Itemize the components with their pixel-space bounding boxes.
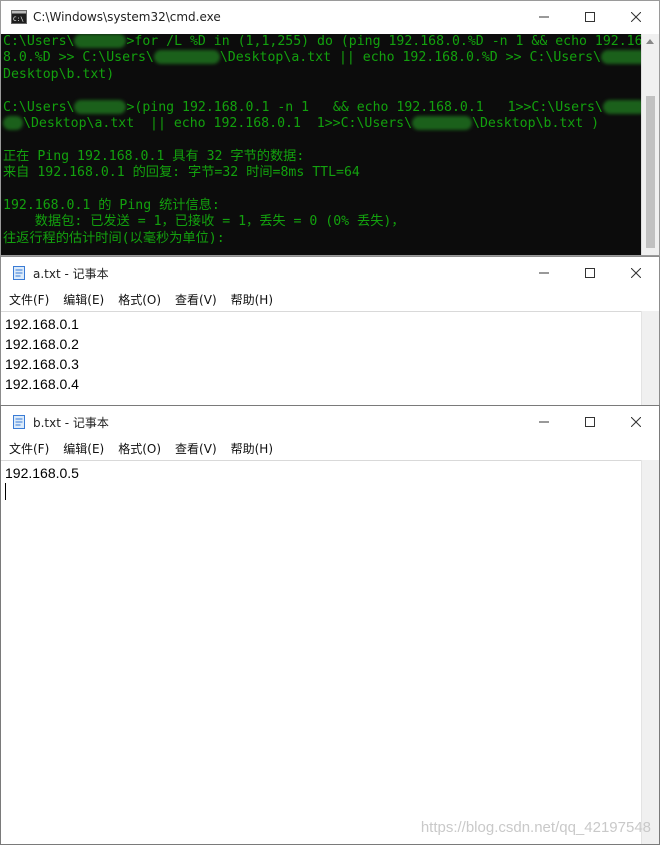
cmd-icon: C:\: [11, 10, 27, 24]
notepad-a-window: a.txt - 记事本 文件(F) 编辑(E) 格式(O) 查看(V) 帮助(H…: [0, 256, 660, 406]
redacted-region: [74, 99, 127, 114]
text-caret: [5, 483, 6, 500]
cmd-console[interactable]: C:\Users\ >for /L %D in (1,1,255) do (pin…: [1, 34, 643, 255]
console-line: C:\Users\ >(ping 192.168.0.1 -n 1 && echo…: [1, 99, 643, 116]
console-text: 往返行程的估计时间(以毫秒为单位):: [3, 230, 225, 246]
scroll-up-arrow-icon[interactable]: [646, 39, 654, 44]
notepad-a-title: a.txt - 记事本: [33, 266, 109, 281]
console-line: 数据包: 已发送 = 1，已接收 = 1，丢失 = 0 (0% 丢失)，: [1, 214, 643, 230]
notepad-icon: [13, 415, 25, 429]
console-text: 8.0.%D >> C:\Users\: [3, 50, 154, 66]
close-button[interactable]: [613, 1, 659, 33]
console-text: \Desktop\a.txt || echo 192.168.0.1 1>>C:…: [23, 115, 413, 131]
console-text: 数据包: 已发送 = 1，已接收 = 1，丢失 = 0 (0% 丢失)，: [3, 214, 405, 230]
notepad-a-scrollbar[interactable]: [641, 311, 659, 405]
text-line: 192.168.0.4: [5, 376, 79, 392]
menu-file[interactable]: 文件(F): [1, 291, 55, 308]
menu-file[interactable]: 文件(F): [1, 440, 55, 457]
console-text: 来自 192.168.0.1 的回复: 字节=32 时间=8ms TTL=64: [3, 165, 360, 181]
redacted-region: [153, 50, 220, 65]
menu-view[interactable]: 查看(V): [167, 291, 223, 308]
redacted-region: [600, 50, 643, 65]
notepad-b-editor[interactable]: 192.168.0.5: [1, 460, 642, 844]
console-text: \Desktop\b.txt ): [472, 115, 600, 131]
console-text: 正在 Ping 192.168.0.1 具有 32 字节的数据:: [3, 148, 305, 164]
menu-view[interactable]: 查看(V): [167, 440, 223, 457]
notepad-a-titlebar[interactable]: a.txt - 记事本: [1, 257, 659, 289]
redacted-region: [412, 115, 473, 130]
notepad-b-title: b.txt - 记事本: [33, 415, 109, 430]
svg-text:C:\: C:\: [13, 16, 24, 23]
console-text: \Desktop\a.txt || echo 192.168.0.%D >> C…: [219, 50, 601, 66]
notepad-b-scrollbar[interactable]: [641, 460, 659, 844]
menu-format[interactable]: 格式(O): [110, 440, 167, 457]
console-line: C:\Users\ >for /L %D in (1,1,255) do (pin…: [1, 34, 643, 50]
watermark: https://blog.csdn.net/qq_42197548: [420, 819, 651, 836]
console-text: >(ping 192.168.0.1 -n 1 && echo 192.168.…: [126, 99, 603, 115]
minimize-button[interactable]: [521, 406, 567, 438]
text-line: 192.168.0.3: [5, 356, 79, 372]
console-line: 192.168.0.1 的 Ping 统计信息:: [1, 198, 643, 214]
close-icon: [631, 417, 641, 427]
console-text: C:\Users\: [3, 34, 75, 49]
cmd-title: C:\Windows\system32\cmd.exe: [33, 10, 221, 24]
notepad-a-editor[interactable]: 192.168.0.1 192.168.0.2 192.168.0.3 192.…: [1, 311, 642, 405]
cmd-scroll-thumb[interactable]: [646, 96, 655, 248]
notepad-a-menubar: 文件(F) 编辑(E) 格式(O) 查看(V) 帮助(H): [1, 289, 659, 309]
notepad-b-titlebar[interactable]: b.txt - 记事本: [1, 406, 659, 438]
maximize-button[interactable]: [567, 406, 613, 438]
console-line: 8.0.%D >> C:\Users\ \Desktop\a.txt || ech…: [1, 50, 643, 66]
maximize-button[interactable]: [567, 1, 613, 33]
minimize-icon: [539, 421, 549, 423]
text-line: 192.168.0.5: [5, 465, 79, 481]
console-line: Desktop\b.txt): [1, 67, 643, 83]
console-text: 192.168.0.1 的 Ping 统计信息:: [3, 197, 220, 213]
caret-line: [5, 483, 642, 503]
console-text: C:\Users\: [3, 99, 75, 115]
maximize-button[interactable]: [567, 257, 613, 289]
maximize-icon: [585, 417, 595, 427]
notepad-icon: [13, 266, 25, 280]
close-button[interactable]: [613, 406, 659, 438]
console-line: 来自 192.168.0.1 的回复: 字节=32 时间=8ms TTL=64: [1, 165, 643, 181]
minimize-button[interactable]: [521, 257, 567, 289]
text-line: 192.168.0.2: [5, 336, 79, 352]
menu-help[interactable]: 帮助(H): [223, 440, 279, 457]
text-line: 192.168.0.1: [5, 316, 79, 332]
maximize-icon: [585, 268, 595, 278]
close-icon: [631, 268, 641, 278]
console-text: >for /L %D in (1,1,255) do (ping 192.168…: [126, 34, 643, 49]
cmd-titlebar[interactable]: C:\ C:\Windows\system32\cmd.exe: [1, 1, 659, 33]
minimize-button[interactable]: [521, 1, 567, 33]
close-icon: [631, 12, 641, 22]
console-line: 往返行程的估计时间(以毫秒为单位):: [1, 231, 643, 247]
menu-edit[interactable]: 编辑(E): [55, 440, 110, 457]
notepad-b-window: b.txt - 记事本 文件(F) 编辑(E) 格式(O) 查看(V) 帮助(H…: [0, 405, 660, 845]
console-text: Desktop\b.txt): [3, 66, 115, 82]
notepad-b-menubar: 文件(F) 编辑(E) 格式(O) 查看(V) 帮助(H): [1, 438, 659, 458]
minimize-icon: [539, 16, 549, 18]
cmd-window: C:\ C:\Windows\system32\cmd.exe C:\Users…: [0, 0, 660, 256]
redacted-region: [74, 34, 127, 48]
console-line: 正在 Ping 192.168.0.1 具有 32 字节的数据:: [1, 149, 643, 165]
menu-edit[interactable]: 编辑(E): [55, 291, 110, 308]
console-line: \Desktop\a.txt || echo 192.168.0.1 1>>C:…: [1, 115, 643, 132]
menu-help[interactable]: 帮助(H): [223, 291, 279, 308]
maximize-icon: [585, 12, 595, 22]
menu-format[interactable]: 格式(O): [110, 291, 167, 308]
close-button[interactable]: [613, 257, 659, 289]
cmd-scrollbar[interactable]: [641, 34, 659, 255]
redacted-region: [602, 99, 643, 114]
redacted-region: [3, 115, 23, 130]
minimize-icon: [539, 272, 549, 274]
